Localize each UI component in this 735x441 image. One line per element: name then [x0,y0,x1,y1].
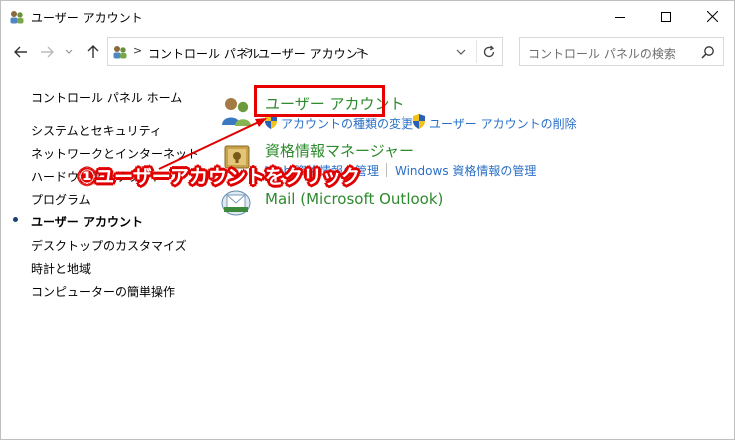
annotation-arrow [158,118,267,170]
annotation-callout: ①ユーザーアカウントをクリック [79,166,360,188]
control-panel-window: ユーザー アカウント > コントロール パネル > ユーザー アカウント > コ… [0,0,735,440]
